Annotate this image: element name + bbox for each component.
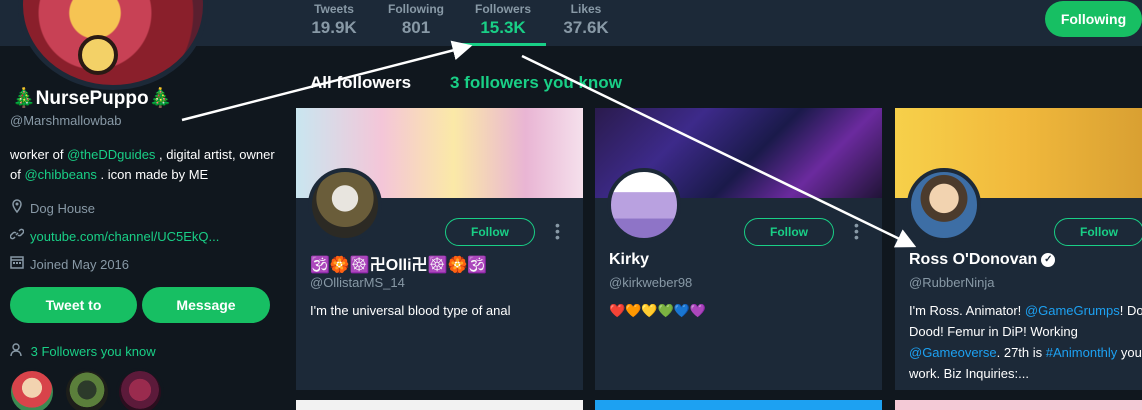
card-handle[interactable]: @OllistarMS_14 (310, 275, 405, 290)
follower-card[interactable]: Follow Ross O'Donovan ✓ @RubberNinja I'm … (895, 108, 1142, 390)
stat-value: 15.3K (480, 18, 526, 37)
tab-all-followers[interactable]: All followers (310, 73, 411, 93)
bio-text: . icon made by ME (96, 167, 209, 182)
profile-website: youtube.com/channel/UC5EkQ... (9, 227, 219, 244)
stat-value: 19.9K (311, 18, 357, 37)
location-text: Dog House (30, 201, 96, 216)
stat-followers[interactable]: Followers 15.3K (460, 0, 546, 46)
stat-label: Likes (570, 2, 602, 16)
bio-link-chibbeans[interactable]: @chibbeans (24, 167, 96, 182)
card-handle[interactable]: @RubberNinja (909, 275, 994, 290)
follower-card[interactable] (595, 400, 882, 410)
stat-value: 37.6K (563, 18, 609, 37)
bio-text: . 27th is (996, 345, 1046, 360)
card-name-text: Ross O'Donovan (909, 251, 1038, 268)
card-bio: ❤️🧡💛💚💙💜 (609, 303, 707, 318)
stat-following[interactable]: Following 801 (384, 0, 448, 46)
more-dots-icon[interactable]: • • • (854, 218, 860, 244)
profile-avatar[interactable] (18, 0, 208, 90)
follow-button[interactable]: Follow (1054, 218, 1142, 246)
avatar-art (78, 35, 118, 75)
stat-likes[interactable]: Likes 37.6K (558, 0, 614, 46)
bio-link-gamegrumps[interactable]: @GameGrumps (1025, 303, 1120, 318)
bio-link-gameoverse[interactable]: @Gameoverse (909, 345, 997, 360)
known-follower-avatar[interactable] (63, 368, 111, 410)
profile-handle[interactable]: @Marshmallowbab (10, 113, 121, 128)
profile-name[interactable]: 🎄NursePuppo🎄 (12, 86, 172, 110)
profile-joined: Joined May 2016 (10, 255, 129, 272)
profile-location: Dog House (10, 199, 95, 216)
message-button[interactable]: Message (142, 287, 270, 323)
known-follower-avatar[interactable] (8, 368, 56, 410)
bio-text: I'm Ross. Animator! (909, 303, 1025, 318)
card-avatar[interactable] (607, 168, 681, 242)
more-dots-icon[interactable]: • • • (555, 218, 561, 244)
follower-card[interactable] (296, 400, 583, 410)
card-avatar[interactable] (907, 168, 981, 242)
known-follower-avatar[interactable] (116, 368, 164, 410)
tab-followers-you-know[interactable]: 3 followers you know (450, 73, 622, 93)
card-avatar[interactable] (308, 168, 382, 242)
following-button[interactable]: Following (1045, 1, 1142, 37)
card-name[interactable]: Kirky (609, 251, 649, 269)
stat-label: Tweets (314, 2, 354, 16)
followers-you-know-label: 3 Followers you know (30, 344, 156, 359)
bio-text: worker of (10, 147, 68, 162)
bio-link-theddguides[interactable]: @theDDguides (67, 147, 155, 162)
calendar-icon (10, 255, 24, 272)
joined-text: Joined May 2016 (30, 257, 130, 272)
card-bio: I'm the universal blood type of anal (310, 303, 511, 318)
card-name[interactable]: 🕉️🏵️☸️卍Olli卍☸️🏵️🕉️ (310, 251, 487, 275)
tweet-to-button[interactable]: Tweet to (10, 287, 137, 323)
profile-bio: worker of @theDDguides , digital artist,… (10, 145, 280, 185)
map-pin-icon (10, 199, 24, 216)
follower-card[interactable]: Follow • • • Kirky @kirkweber98 ❤️🧡💛💚💙💜 (595, 108, 882, 390)
followers-you-know[interactable]: 3 Followers you know (10, 343, 156, 359)
link-icon (9, 227, 25, 244)
stat-label: Following (388, 2, 444, 16)
card-handle[interactable]: @kirkweber98 (609, 275, 692, 290)
card-bio: I'm Ross. Animator! @GameGrumps! Doodle … (909, 300, 1142, 384)
stat-tweets[interactable]: Tweets 19.9K (306, 0, 362, 46)
verified-badge-icon: ✓ (1041, 252, 1056, 267)
follow-button[interactable]: Follow (445, 218, 535, 246)
website-link[interactable]: youtube.com/channel/UC5EkQ... (30, 229, 219, 244)
person-icon (10, 343, 26, 359)
card-name[interactable]: Ross O'Donovan ✓ (909, 251, 1056, 269)
stat-value: 801 (401, 18, 431, 37)
stat-label: Followers (474, 2, 531, 16)
bio-hashtag-animonthly[interactable]: #Animonthly (1046, 345, 1118, 360)
follow-button[interactable]: Follow (744, 218, 834, 246)
follower-card[interactable] (895, 400, 1142, 410)
follower-card[interactable]: Follow • • • 🕉️🏵️☸️卍Olli卍☸️🏵️🕉️ @OllistarM… (296, 108, 583, 390)
